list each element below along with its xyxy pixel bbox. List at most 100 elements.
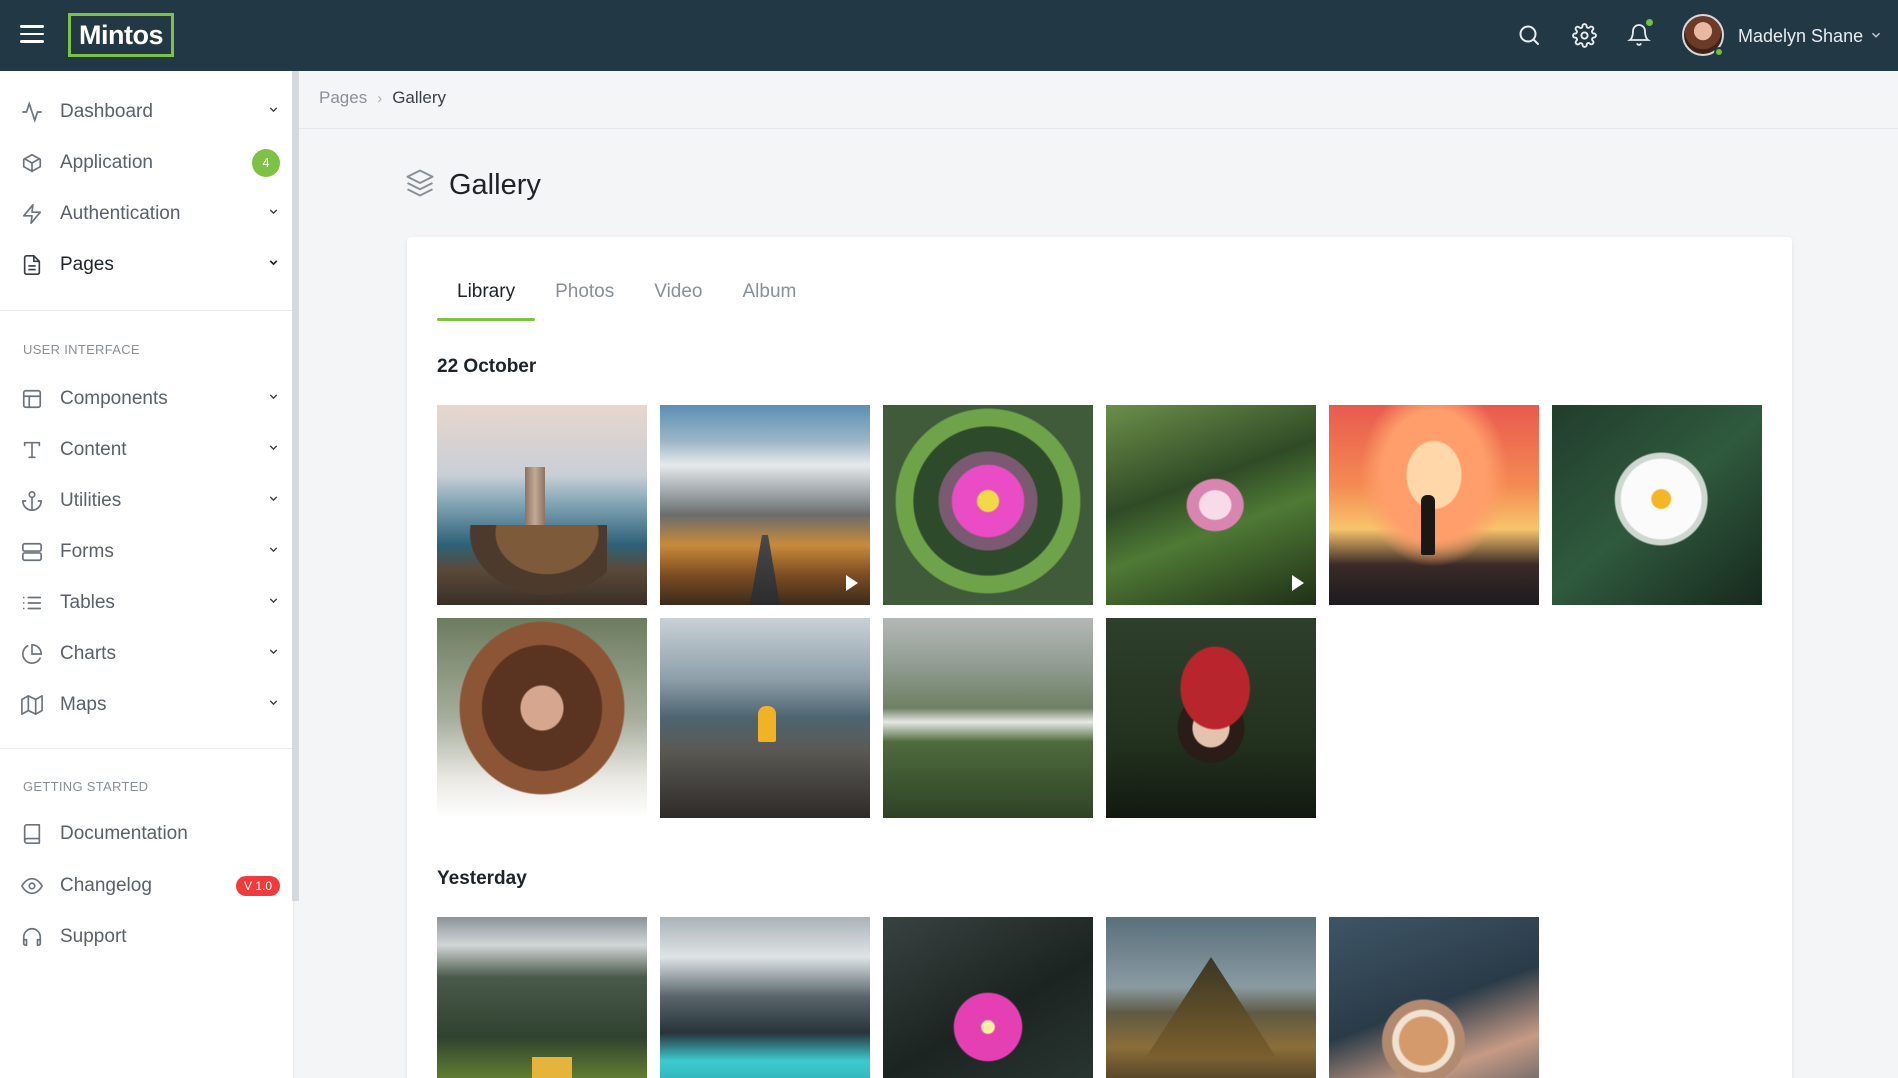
layers-icon [405, 168, 435, 203]
pie-chart-icon [20, 642, 44, 666]
sidebar-item-label: Dashboard [60, 101, 153, 122]
book-icon [20, 822, 44, 846]
gallery-video[interactable] [1106, 405, 1316, 605]
list-icon [20, 591, 44, 615]
sidebar-item-support[interactable]: Support [0, 915, 294, 959]
sidebar-item-documentation[interactable]: Documentation [0, 812, 294, 856]
menu-icon[interactable] [20, 25, 44, 45]
sidebar-section-heading: USER INTERFACE [23, 342, 140, 357]
brand-logo[interactable]: Mintos [68, 13, 174, 57]
breadcrumb: Pages › Gallery [319, 88, 446, 108]
sidebar: Dashboard Application 4 Authentication P… [0, 71, 294, 1078]
sidebar-item-tables[interactable]: Tables [0, 581, 294, 625]
sidebar-item-content[interactable]: Content [0, 428, 294, 472]
sidebar-scrollbar[interactable] [292, 71, 299, 901]
eye-icon [20, 874, 44, 898]
gallery-photo[interactable] [437, 917, 647, 1078]
sidebar-item-label: Pages [60, 254, 114, 275]
gallery-photo[interactable] [660, 917, 870, 1078]
gallery-photo[interactable] [1106, 917, 1316, 1078]
gallery-video[interactable] [660, 405, 870, 605]
gallery-photo[interactable] [1329, 917, 1539, 1078]
gallery-photo[interactable] [437, 405, 647, 605]
gallery-photo[interactable] [660, 618, 870, 818]
sidebar-item-pages[interactable]: Pages [0, 243, 294, 287]
sidebar-divider [0, 748, 292, 749]
chevron-down-icon [267, 543, 280, 561]
sidebar-item-label: Maps [60, 694, 107, 715]
chevron-down-icon [267, 256, 280, 274]
gallery-photo[interactable] [883, 405, 1093, 605]
gallery-tabs: Library Photos Video Album [437, 275, 816, 321]
sidebar-item-label: Changelog [60, 875, 152, 896]
breadcrumb-divider [299, 128, 1898, 129]
sidebar-section-heading: GETTING STARTED [23, 779, 149, 794]
sidebar-item-application[interactable]: Application 4 [0, 141, 294, 185]
server-icon [20, 540, 44, 564]
chevron-down-icon [267, 594, 280, 612]
sidebar-item-label: Forms [60, 541, 114, 562]
tab-video[interactable]: Video [634, 275, 722, 321]
type-icon [20, 438, 44, 462]
sidebar-item-forms[interactable]: Forms [0, 530, 294, 574]
play-icon [846, 575, 858, 591]
chevron-down-icon [267, 441, 280, 459]
sidebar-item-label: Documentation [60, 823, 188, 844]
count-badge: 4 [252, 149, 280, 177]
sidebar-item-label: Content [60, 439, 127, 460]
breadcrumb-separator: › [377, 89, 383, 107]
box-icon [20, 151, 44, 175]
search-icon[interactable] [1514, 20, 1544, 50]
gallery-photo[interactable] [883, 917, 1093, 1078]
gallery-photo[interactable] [883, 618, 1093, 818]
gallery-card: Library Photos Video Album 22 October Ye… [407, 237, 1792, 1078]
gallery-photo[interactable] [1552, 405, 1762, 605]
gear-icon[interactable] [1569, 20, 1599, 50]
breadcrumb-current: Gallery [392, 88, 447, 107]
sidebar-item-label: Components [60, 388, 168, 409]
version-badge: V 1.0 [236, 876, 280, 896]
page-header: Gallery [405, 168, 541, 203]
sidebar-item-label: Support [60, 926, 127, 947]
section-title: Yesterday [437, 868, 527, 889]
gallery-photo[interactable] [437, 618, 647, 818]
chevron-down-icon [267, 390, 280, 408]
zap-icon [20, 202, 44, 226]
sidebar-item-changelog[interactable]: Changelog V 1.0 [0, 864, 294, 908]
play-icon [1292, 575, 1304, 591]
sidebar-item-dashboard[interactable]: Dashboard [0, 90, 294, 134]
gallery-photo[interactable] [1329, 405, 1539, 605]
breadcrumb-link-pages[interactable]: Pages [319, 88, 367, 108]
online-status-dot [1714, 47, 1724, 57]
tab-album[interactable]: Album [723, 275, 817, 321]
sidebar-item-components[interactable]: Components [0, 377, 294, 421]
sidebar-item-label: Application [60, 152, 153, 173]
user-name[interactable]: Madelyn Shane [1738, 26, 1863, 47]
sidebar-item-label: Authentication [60, 203, 181, 224]
sidebar-divider [0, 310, 292, 311]
chevron-down-icon [267, 696, 280, 714]
chevron-down-icon [267, 205, 280, 223]
sidebar-item-charts[interactable]: Charts [0, 632, 294, 676]
tab-photos[interactable]: Photos [535, 275, 634, 321]
sidebar-item-maps[interactable]: Maps [0, 683, 294, 727]
activity-icon [20, 100, 44, 124]
chevron-down-icon [267, 103, 280, 121]
file-icon [20, 253, 44, 277]
anchor-icon [20, 489, 44, 513]
sidebar-item-label: Utilities [60, 490, 122, 511]
map-icon [20, 693, 44, 717]
chevron-down-icon [267, 492, 280, 510]
page-title: Gallery [449, 169, 541, 201]
sidebar-item-authentication[interactable]: Authentication [0, 192, 294, 236]
notification-dot [1646, 19, 1653, 26]
tab-library[interactable]: Library [437, 275, 536, 321]
layout-icon [20, 387, 44, 411]
section-title: 22 October [437, 356, 537, 377]
sidebar-item-label: Charts [60, 643, 116, 664]
bell-icon[interactable] [1624, 19, 1654, 50]
sidebar-item-label: Tables [60, 592, 115, 613]
chevron-down-icon[interactable] [1869, 28, 1883, 47]
gallery-photo[interactable] [1106, 618, 1316, 818]
sidebar-item-utilities[interactable]: Utilities [0, 479, 294, 523]
